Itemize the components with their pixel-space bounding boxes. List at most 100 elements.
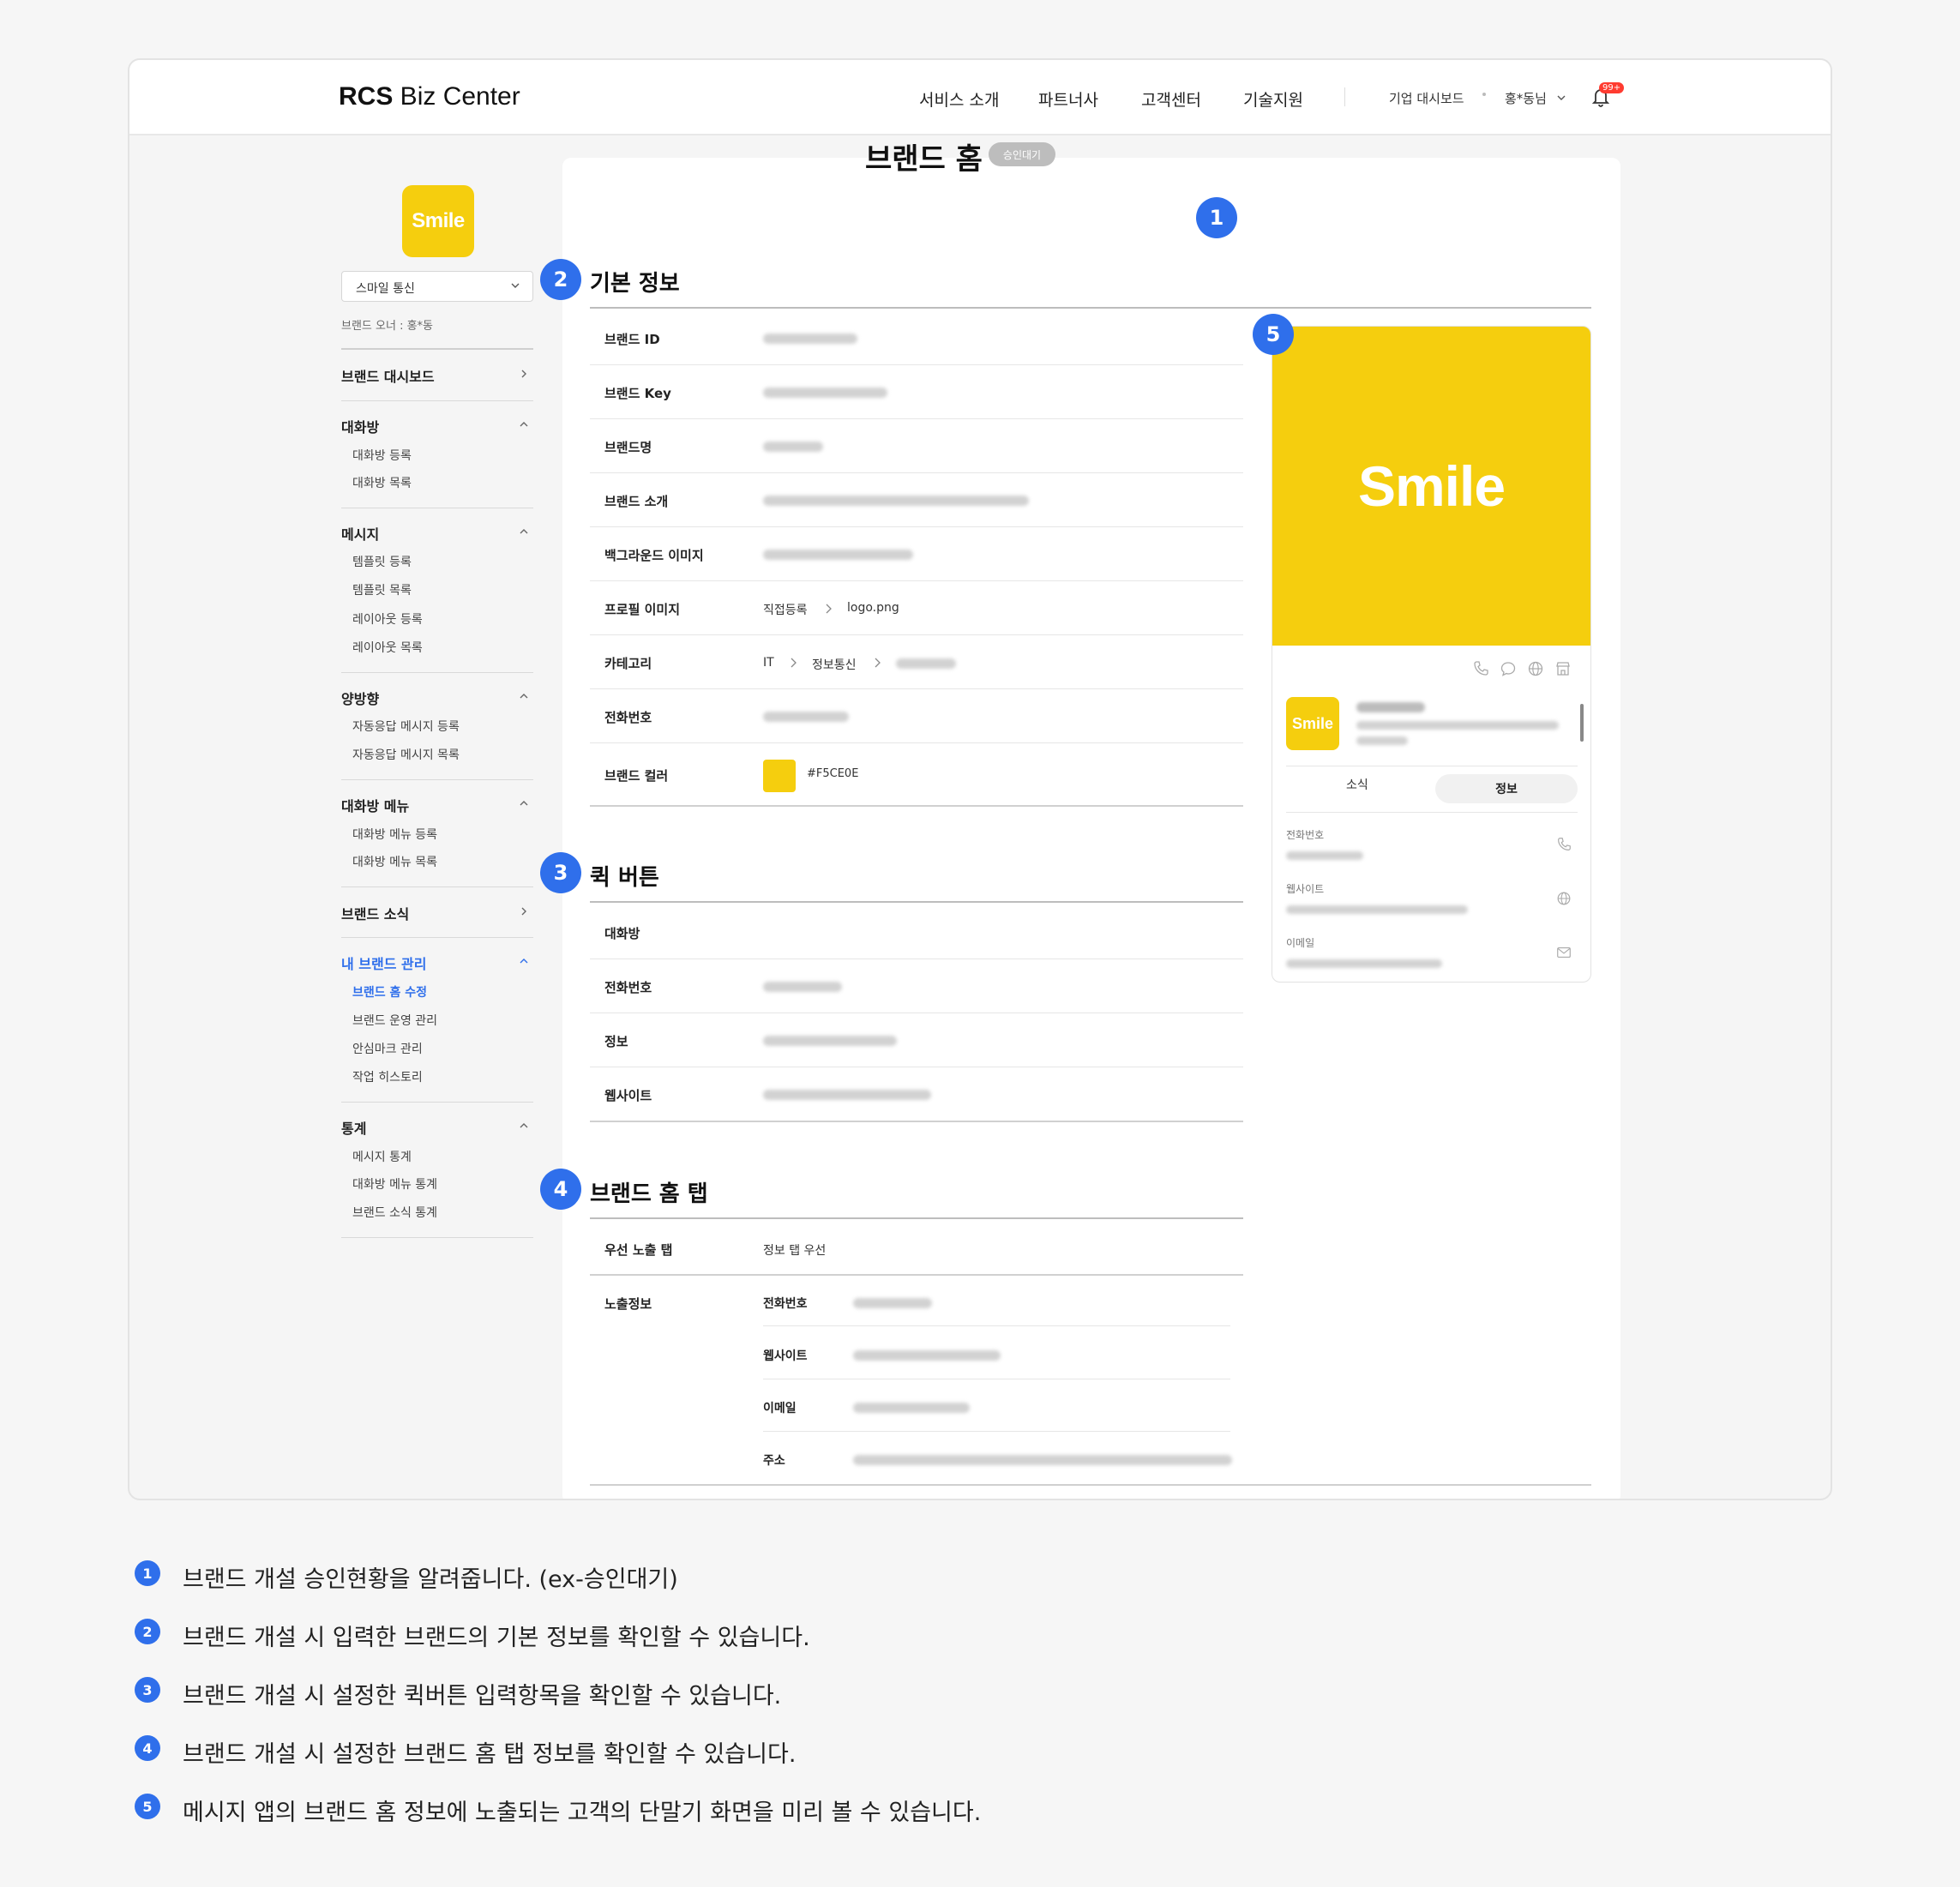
sidebar-section-brand-dashboard[interactable]: 브랜드 대시보드: [341, 365, 435, 386]
label-quick-phone: 전화번호: [604, 980, 652, 995]
redacted-value: [763, 712, 849, 722]
sidebar-item-template-list[interactable]: 템플릿 목록: [352, 581, 412, 598]
callout-badge-2: 2: [540, 259, 581, 300]
globe-icon[interactable]: [1526, 659, 1545, 678]
note-badge-1: 1: [135, 1560, 160, 1586]
sidebar-section-message[interactable]: 메시지: [341, 523, 379, 544]
brand-select[interactable]: 스마일 통신: [341, 271, 533, 302]
chat-icon[interactable]: [1499, 659, 1518, 678]
sidebar-divider: [341, 1237, 533, 1238]
sidebar-divider: [341, 886, 533, 887]
site-logo[interactable]: RCS Biz Center: [339, 82, 520, 111]
preview-divider: [1286, 812, 1578, 813]
label-brand-intro: 브랜드 소개: [604, 494, 669, 509]
redacted-value: [896, 658, 956, 669]
redacted-value: [763, 442, 823, 452]
nav-tech-support[interactable]: 기술지원: [1243, 87, 1303, 111]
sidebar-item-trust-mark[interactable]: 안심마크 관리: [352, 1040, 423, 1057]
sidebar-item-brand-news-stats[interactable]: 브랜드 소식 통계: [352, 1204, 437, 1221]
row-divider: [590, 580, 1243, 581]
preview-hero-image: Smile: [1272, 327, 1590, 646]
phone-icon[interactable]: [1471, 659, 1490, 678]
preview-tab-info[interactable]: 정보: [1435, 774, 1578, 803]
note-text: 메시지 앱의 브랜드 홈 정보에 노출되는 고객의 단말기 화면을 미리 볼 수…: [183, 1800, 982, 1826]
nav-divider: [1344, 87, 1345, 106]
label-quick-chatroom: 대화방: [604, 926, 640, 941]
section-rule: [590, 901, 1243, 903]
mail-icon[interactable]: [1555, 944, 1572, 961]
row-divider: [590, 1484, 1591, 1486]
page-title: 브랜드 홈: [865, 142, 983, 177]
nav-dot-divider: [1482, 93, 1486, 96]
callout-badge-4: 4: [540, 1169, 581, 1210]
label-background-image: 백그라운드 이미지: [604, 548, 704, 563]
sidebar-item-work-history[interactable]: 작업 히스토리: [352, 1068, 423, 1085]
sidebar-item-chatroom-list[interactable]: 대화방 목록: [352, 474, 412, 491]
nav-enterprise-dashboard[interactable]: 기업 대시보드: [1389, 89, 1464, 107]
globe-icon[interactable]: [1555, 890, 1572, 907]
nav-partners[interactable]: 파트너사: [1038, 87, 1098, 111]
preview-tab-news[interactable]: 소식: [1346, 776, 1368, 793]
chevron-up-icon: [520, 959, 528, 964]
sidebar-item-chatroom-menu-register[interactable]: 대화방 메뉴 등록: [352, 826, 437, 843]
sidebar-item-layout-register[interactable]: 레이아웃 등록: [352, 610, 423, 628]
sidebar-section-chatroom[interactable]: 대화방: [341, 416, 379, 436]
sidebar-item-brand-operation[interactable]: 브랜드 운영 관리: [352, 1012, 437, 1029]
chevron-right-icon: [791, 658, 797, 668]
label-quick-website: 웹사이트: [604, 1088, 652, 1103]
note-text: 브랜드 개설 시 설정한 퀵버튼 입력항목을 확인할 수 있습니다.: [183, 1683, 782, 1710]
user-menu[interactable]: 홍*동님: [1505, 89, 1547, 107]
brand-owner: 브랜드 오너 : 홍*동: [341, 320, 433, 333]
label-phone: 전화번호: [604, 710, 652, 725]
sidebar-item-chatroom-register[interactable]: 대화방 등록: [352, 447, 412, 464]
note-badge-5: 5: [135, 1794, 160, 1819]
sidebar-item-message-stats[interactable]: 메시지 통계: [352, 1148, 412, 1165]
redacted-value: [1286, 905, 1468, 914]
sidebar-divider: [341, 672, 533, 673]
brand-color-swatch: [763, 760, 796, 792]
redacted-value: [763, 982, 842, 992]
chevron-up-icon: [520, 694, 528, 699]
sidebar-section-chatroom-menu[interactable]: 대화방 메뉴: [341, 795, 409, 815]
redacted-value: [1286, 851, 1363, 860]
sidebar-item-chatroom-menu-stats[interactable]: 대화방 메뉴 통계: [352, 1175, 437, 1193]
row-divider: [590, 1121, 1243, 1122]
chevron-right-icon: [875, 658, 881, 668]
note-text: 브랜드 개설 시 설정한 브랜드 홈 탭 정보를 확인할 수 있습니다.: [183, 1741, 797, 1768]
sidebar-item-auto-reply-register[interactable]: 자동응답 메시지 등록: [352, 718, 460, 735]
chevron-up-icon: [520, 1123, 528, 1128]
sidebar-item-layout-list[interactable]: 레이아웃 목록: [352, 639, 423, 656]
chevron-right-icon: [826, 604, 832, 614]
chevron-down-icon[interactable]: [1556, 93, 1566, 103]
exposure-label-website: 웹사이트: [763, 1349, 808, 1363]
redacted-value: [853, 1455, 1232, 1465]
phone-icon[interactable]: [1555, 836, 1572, 853]
redacted-value: [763, 334, 857, 344]
store-icon[interactable]: [1554, 659, 1572, 678]
redacted-value: [853, 1403, 970, 1413]
nav-customer-center[interactable]: 고객센터: [1141, 87, 1201, 111]
sidebar-section-two-way[interactable]: 양방향: [341, 688, 379, 708]
section-title-home-tab: 브랜드 홈 탭: [590, 1181, 708, 1207]
row-divider: [590, 526, 1243, 527]
row-divider: [590, 418, 1243, 419]
row-divider: [590, 805, 1243, 807]
row-divider: [590, 1274, 1243, 1276]
sidebar-section-brand-news[interactable]: 브랜드 소식: [341, 903, 409, 923]
sidebar-item-template-register[interactable]: 템플릿 등록: [352, 553, 412, 570]
redacted-value: [763, 550, 913, 560]
label-profile-image: 프로필 이미지: [604, 602, 681, 617]
section-rule: [590, 307, 1591, 309]
sidebar-divider: [341, 348, 533, 350]
sidebar-divider: [341, 1102, 533, 1103]
chevron-down-icon: [511, 283, 520, 288]
preview-scrollbar[interactable]: [1580, 704, 1584, 742]
note-text: 브랜드 개설 승인현황을 알려줍니다. (ex-승인대기): [183, 1566, 678, 1593]
sidebar-section-my-brand[interactable]: 내 브랜드 관리: [341, 953, 426, 973]
sidebar-item-chatroom-menu-list[interactable]: 대화방 메뉴 목록: [352, 853, 437, 870]
redacted-value: [763, 1090, 931, 1100]
nav-service-intro[interactable]: 서비스 소개: [919, 87, 999, 111]
sidebar-item-auto-reply-list[interactable]: 자동응답 메시지 목록: [352, 746, 460, 763]
sidebar-section-statistics[interactable]: 통계: [341, 1117, 366, 1138]
sidebar-item-brand-home-edit[interactable]: 브랜드 홈 수정: [352, 983, 427, 1001]
